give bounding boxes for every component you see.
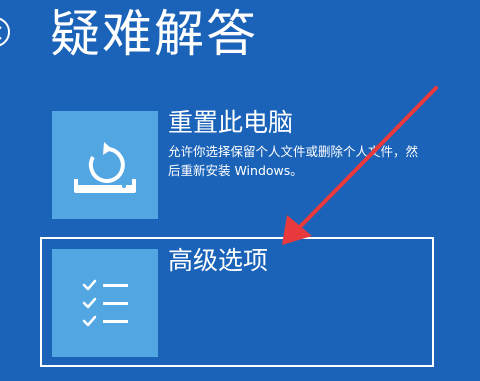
reset-pc-label: 重置此电脑 [168, 108, 294, 137]
advanced-options-tile [52, 249, 158, 357]
advanced-options-label: 高级选项 [168, 246, 269, 275]
reset-pc-icon [74, 142, 136, 193]
back-button[interactable] [0, 17, 10, 47]
advanced-options-option[interactable]: 高级选项 [40, 237, 434, 367]
back-arrow-icon [0, 26, 2, 40]
reset-pc-tile [52, 111, 158, 219]
checklist-icon [82, 279, 128, 327]
reset-pc-option[interactable]: 重置此电脑 允许你选择保留个人文件或删除个人文件，然后重新安装 Windows。 [52, 108, 432, 221]
reset-pc-description: 允许你选择保留个人文件或删除个人文件，然后重新安装 Windows。 [168, 144, 419, 178]
page-title: 疑难解答 [50, 5, 258, 63]
